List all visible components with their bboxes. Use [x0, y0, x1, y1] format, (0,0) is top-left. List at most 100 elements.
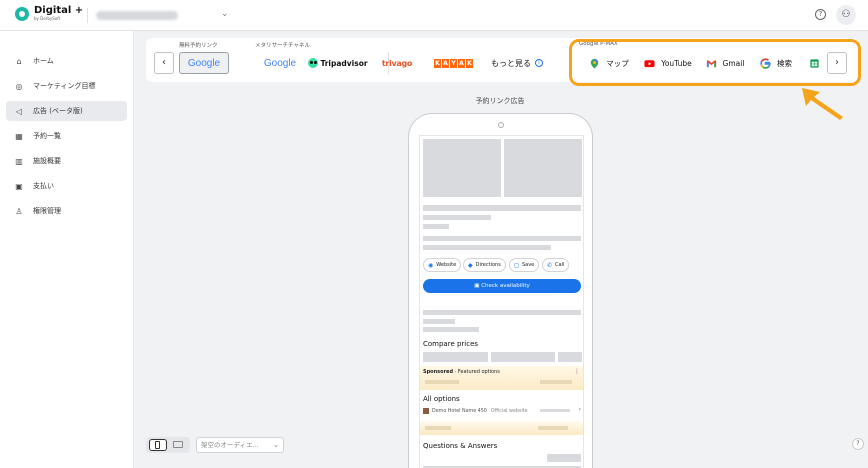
account-selector-name[interactable] — [96, 11, 178, 20]
brand-logo[interactable]: Digital + by DerbySoft — [15, 6, 83, 21]
sidebar-item-permissions[interactable]: ♙ 権限管理 — [6, 201, 127, 221]
sidebar-item-label: 施設概要 — [33, 157, 61, 165]
header-divider — [87, 8, 88, 23]
channel-tripadvisor[interactable]: Tripadvisor — [308, 52, 368, 74]
price-placeholder — [558, 352, 582, 362]
ad-preview-screen: ◉ Website ◆ Directions ◻ Save ✆ Call ▣ Check… — [419, 135, 584, 468]
help-icon[interactable]: ? — [852, 438, 864, 450]
brand-byline: by DerbySoft — [34, 16, 61, 21]
kayak-letter-tile: K — [434, 58, 441, 68]
scroll-left-button[interactable]: ‹ — [154, 52, 174, 74]
channel-google-metasearch[interactable]: Google — [258, 52, 302, 74]
top-header: Digital + by DerbySoft ⌄ ? ⚇ — [0, 0, 868, 31]
brand-logo-icon — [15, 6, 29, 21]
kayak-letter-tile: A — [458, 58, 465, 68]
callout-arrow — [802, 88, 843, 120]
mobile-view-button[interactable] — [149, 439, 167, 451]
megaphone-icon: ◁ — [15, 106, 23, 116]
more-channels-link[interactable]: もっと見る i — [490, 52, 544, 74]
preview-title: 予約リンク広告 — [475, 97, 525, 105]
channel-trivago[interactable]: trivago — [378, 52, 416, 74]
text-placeholder — [425, 426, 451, 430]
official-site-label: Official website — [490, 408, 528, 414]
brand-name: Digital + — [34, 5, 84, 16]
info-icon[interactable]: i — [535, 59, 543, 67]
text-placeholder — [423, 224, 449, 229]
group-label-free-booking-links: 無料予約リンク — [179, 43, 218, 49]
google-logo: Google — [263, 57, 297, 69]
home-icon: ⌂ — [16, 56, 22, 66]
sidebar-item-property-overview[interactable]: ▥ 施設概要 — [6, 151, 127, 171]
chevron-down-icon: ⌄ — [273, 441, 279, 449]
sidebar-item-payments[interactable]: ▣ 支払い — [6, 176, 127, 196]
text-placeholder — [423, 215, 491, 220]
sidebar-item-label: ホーム — [33, 57, 54, 65]
all-options-heading: All options — [423, 395, 460, 403]
hotel-icon — [423, 408, 429, 414]
save-button[interactable]: ◻ Save — [509, 258, 540, 272]
desktop-icon — [173, 441, 183, 448]
user-menu-button[interactable]: ⚇ — [836, 5, 856, 25]
featured-options-label: · Featured options — [453, 369, 500, 375]
text-placeholder — [423, 236, 581, 241]
sidebar-item-reservations[interactable]: ▦ 予約一覧 — [6, 126, 127, 146]
sidebar-item-label: 支払い — [33, 182, 54, 190]
hotel-name: Demo Hotel Name 450 — [432, 408, 487, 414]
text-placeholder — [423, 310, 581, 315]
calendar-icon: ▦ — [15, 131, 23, 141]
photo-placeholder — [504, 139, 582, 197]
text-placeholder — [540, 380, 572, 384]
compare-prices-heading: Compare prices — [423, 340, 479, 348]
more-vert-icon[interactable]: ⋮ — [574, 368, 580, 375]
device-toggle — [146, 437, 190, 453]
channel-google-free-booking[interactable]: Google — [179, 52, 229, 74]
globe-icon: ◉ — [428, 261, 434, 269]
check-availability-button[interactable]: ▣ Check availability — [423, 279, 581, 293]
target-icon: ◎ — [15, 81, 23, 91]
pmax-highlight-box — [569, 39, 861, 86]
sidebar-item-label: 権限管理 — [33, 207, 61, 215]
chevron-down-icon[interactable]: ⌄ — [221, 9, 229, 19]
kayak-letter-tile: K — [466, 58, 473, 68]
calendar-icon: ▣ — [474, 283, 480, 289]
sidebar-item-ads[interactable]: ◁ 広告 (ベータ版) — [6, 101, 127, 121]
directions-button[interactable]: ◆ Directions — [463, 258, 506, 272]
channel-kayak[interactable]: KAYAK — [432, 52, 476, 74]
sidebar-item-marketing-goals[interactable]: ◎ マーケティング目標 — [6, 76, 127, 96]
audience-select[interactable]: 架空のオーディエ... ⌄ — [196, 437, 284, 453]
text-placeholder — [425, 380, 459, 384]
text-placeholder — [423, 205, 581, 211]
phone-preview-frame: ◉ Website ◆ Directions ◻ Save ✆ Call ▣ Check… — [408, 113, 593, 468]
wallet-icon: ▣ — [15, 181, 23, 191]
mobile-icon — [155, 441, 160, 449]
more-link-label: もっと見る — [491, 58, 531, 68]
help-icon[interactable]: ? — [815, 9, 826, 20]
sponsored-label: Sponsored — [423, 369, 454, 375]
kayak-logo: KAYAK — [434, 58, 474, 68]
trivago-logo: trivago — [381, 58, 413, 68]
option-row-highlight — [420, 421, 583, 435]
sidebar-item-home[interactable]: ⌂ ホーム — [6, 51, 127, 71]
user-permission-icon: ♙ — [15, 206, 23, 216]
text-placeholder — [538, 426, 568, 430]
text-placeholder — [423, 327, 479, 332]
sidebar-item-label: 予約一覧 — [33, 132, 61, 140]
tripadvisor-owl-icon — [308, 58, 319, 68]
website-button[interactable]: ◉ Website — [423, 258, 462, 272]
text-placeholder — [423, 245, 551, 250]
call-button[interactable]: ✆ Call — [542, 258, 570, 272]
phone-icon: ✆ — [547, 261, 553, 269]
desktop-view-button[interactable] — [169, 439, 187, 451]
text-placeholder — [540, 409, 570, 412]
chevron-right-icon: › — [578, 406, 581, 413]
sidebar: ⌂ ホーム ◎ マーケティング目標 ◁ 広告 (ベータ版) ▦ 予約一覧 ▥ 施… — [0, 31, 134, 468]
photo-placeholder — [423, 139, 501, 197]
google-logo: Google — [187, 57, 221, 69]
tripadvisor-logo: Tripadvisor — [320, 58, 368, 68]
kayak-letter-tile: A — [442, 58, 449, 68]
price-placeholder — [423, 352, 488, 362]
qa-heading: Questions & Answers — [423, 442, 498, 450]
kayak-letter-tile: Y — [450, 58, 457, 68]
audience-select-value: 架空のオーディエ... — [201, 441, 259, 449]
sponsored-featured-options[interactable]: Sponsored · Featured options ⋮ — [420, 366, 583, 390]
